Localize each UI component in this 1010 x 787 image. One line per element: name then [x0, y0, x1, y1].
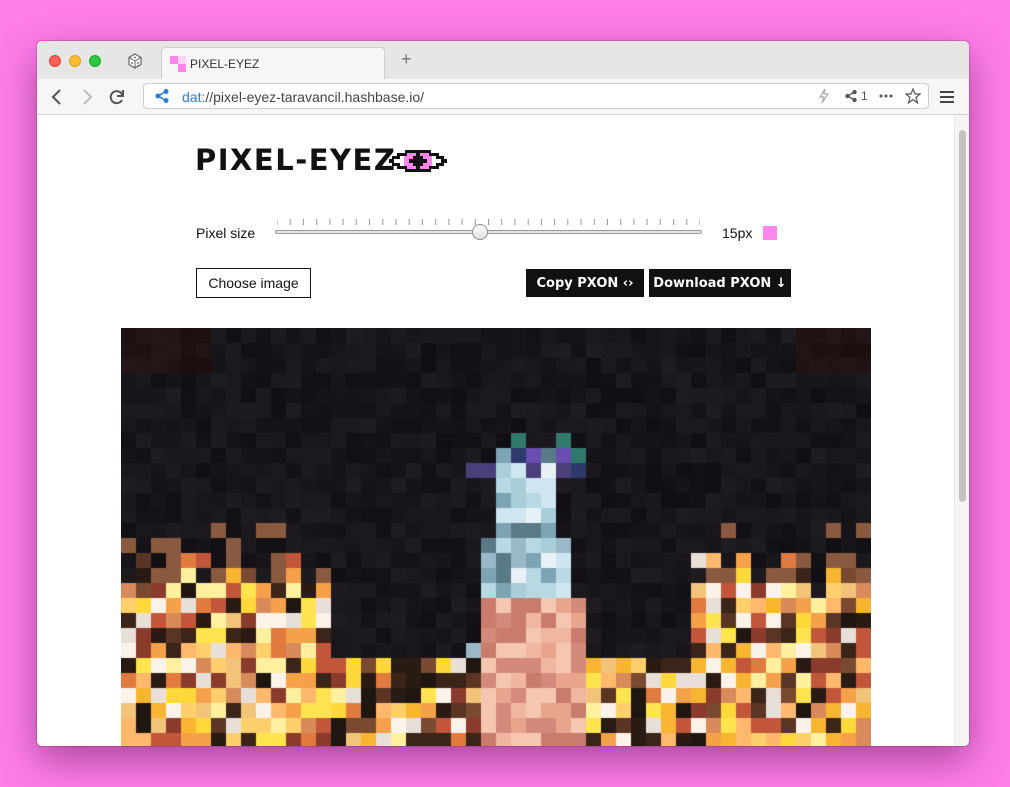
more-icon[interactable]: [878, 88, 894, 104]
scrollbar[interactable]: [954, 115, 969, 746]
choose-image-button[interactable]: Choose image: [196, 268, 311, 298]
nav-bar: dat://pixel-eyez-taravancil.hashbase.io/…: [37, 79, 969, 115]
tab-title: PIXEL-EYEZ: [190, 57, 260, 71]
scrollbar-thumb[interactable]: [959, 130, 966, 502]
copy-pxon-button[interactable]: Copy PXON ‹›: [526, 269, 644, 297]
minimize-window-button[interactable]: [69, 55, 81, 67]
url-text: dat://pixel-eyez-taravancil.hashbase.io/: [182, 89, 424, 105]
url-bar[interactable]: dat://pixel-eyez-taravancil.hashbase.io/…: [143, 83, 929, 109]
dice-icon[interactable]: [127, 53, 143, 69]
pixelated-image: [121, 328, 871, 746]
tab-pixel-eyez[interactable]: PIXEL-EYEZ: [161, 47, 385, 79]
back-icon[interactable]: [47, 87, 67, 107]
page-viewport: PIXEL-EYEZ Pixel size 15px Choose image …: [37, 115, 969, 746]
pixel-size-label: Pixel size: [196, 225, 256, 241]
bolt-icon[interactable]: [817, 88, 831, 104]
bookmark-star-icon[interactable]: [905, 88, 921, 104]
close-window-button[interactable]: [49, 55, 61, 67]
peers-icon[interactable]: [844, 88, 858, 104]
color-swatch[interactable]: [763, 226, 777, 240]
tab-bar: PIXEL-EYEZ +: [37, 41, 969, 79]
slider-thumb[interactable]: [472, 224, 488, 240]
forward-icon[interactable]: [77, 87, 97, 107]
url-path: //pixel-eyez-taravancil.hashbase.io/: [205, 89, 425, 105]
download-pxon-button[interactable]: Download PXON ↓: [649, 269, 791, 297]
url-protocol: dat:: [182, 89, 206, 105]
browser-window: PIXEL-EYEZ + dat://pixel-eyez-taravancil…: [37, 41, 969, 746]
pixel-size-value: 15px: [722, 225, 753, 241]
zoom-window-button[interactable]: [89, 55, 101, 67]
favicon: [170, 56, 186, 72]
pixel-size-slider[interactable]: [275, 219, 702, 245]
menu-icon[interactable]: [938, 89, 956, 105]
slider-track[interactable]: [275, 230, 702, 234]
reload-icon[interactable]: [107, 87, 127, 107]
peer-count: 1: [861, 89, 868, 103]
page-title: PIXEL-EYEZ: [195, 143, 397, 177]
eye-logo-icon: [389, 150, 447, 172]
new-tab-button[interactable]: +: [401, 49, 412, 70]
share-network-icon[interactable]: [154, 88, 170, 104]
slider-ticks: [277, 219, 700, 225]
